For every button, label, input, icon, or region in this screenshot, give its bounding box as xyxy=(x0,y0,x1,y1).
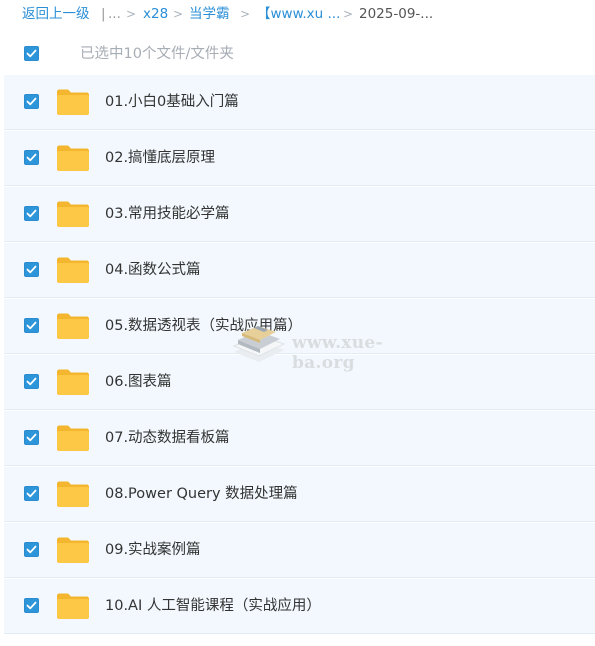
select-all-checkbox[interactable] xyxy=(24,46,39,61)
checkbox-checked-icon xyxy=(26,489,37,498)
row-checkbox[interactable] xyxy=(24,374,39,389)
breadcrumb-separator: > xyxy=(240,7,251,21)
breadcrumb-separator: > xyxy=(173,7,184,21)
row-checkbox[interactable] xyxy=(24,542,39,557)
breadcrumb-item-dangxueba[interactable]: 当学霸 xyxy=(189,5,230,23)
row-checkbox[interactable] xyxy=(24,94,39,109)
file-row[interactable]: 03.常用技能必学篇 xyxy=(4,187,595,242)
folder-icon xyxy=(57,145,89,171)
file-name[interactable]: 01.小白0基础入门篇 xyxy=(105,92,239,112)
breadcrumb-separator: > xyxy=(343,7,354,21)
file-row[interactable]: 05.数据透视表（实战应用篇） xyxy=(4,299,595,354)
file-name[interactable]: 02.搞懂底层原理 xyxy=(105,148,215,168)
row-checkbox[interactable] xyxy=(24,430,39,445)
checkbox-checked-icon xyxy=(26,49,37,58)
file-row[interactable]: 04.函数公式篇 xyxy=(4,243,595,298)
folder-icon xyxy=(57,89,89,115)
row-checkbox[interactable] xyxy=(24,206,39,221)
breadcrumb-item-x28[interactable]: x28 xyxy=(143,5,168,23)
folder-icon xyxy=(57,425,89,451)
row-checkbox[interactable] xyxy=(24,150,39,165)
folder-icon xyxy=(57,369,89,395)
file-row[interactable]: 06.图表篇 xyxy=(4,355,595,410)
selection-header: 已选中10个文件/文件夹 xyxy=(0,34,595,74)
checkbox-checked-icon xyxy=(26,377,37,386)
file-name[interactable]: 06.图表篇 xyxy=(105,372,172,392)
file-row[interactable]: 10.AI 人工智能课程（实战应用） xyxy=(4,579,595,634)
checkbox-checked-icon xyxy=(26,545,37,554)
folder-icon xyxy=(57,537,89,563)
breadcrumb-current: 2025-09-... xyxy=(359,6,434,22)
checkbox-checked-icon xyxy=(26,209,37,218)
checkbox-checked-icon xyxy=(26,433,37,442)
file-name[interactable]: 05.数据透视表（实战应用篇） xyxy=(105,316,302,336)
selection-count-text: 已选中10个文件/文件夹 xyxy=(80,46,234,62)
file-row[interactable]: 02.搞懂底层原理 xyxy=(4,131,595,186)
breadcrumb-separator: > xyxy=(126,7,137,21)
folder-icon xyxy=(57,201,89,227)
folder-icon xyxy=(57,593,89,619)
row-checkbox[interactable] xyxy=(24,262,39,277)
row-checkbox[interactable] xyxy=(24,598,39,613)
file-row[interactable]: 07.动态数据看板篇 xyxy=(4,411,595,466)
file-name[interactable]: 04.函数公式篇 xyxy=(105,260,201,280)
row-checkbox[interactable] xyxy=(24,318,39,333)
breadcrumb-ellipsis[interactable]: ... xyxy=(108,5,121,23)
file-row[interactable]: 01.小白0基础入门篇 xyxy=(4,75,595,130)
file-row[interactable]: 09.实战案例篇 xyxy=(4,523,595,578)
folder-icon xyxy=(57,313,89,339)
checkbox-checked-icon xyxy=(26,97,37,106)
folder-icon xyxy=(57,481,89,507)
checkbox-checked-icon xyxy=(26,321,37,330)
file-name[interactable]: 10.AI 人工智能课程（实战应用） xyxy=(105,596,321,616)
checkbox-checked-icon xyxy=(26,153,37,162)
file-name[interactable]: 09.实战案例篇 xyxy=(105,540,201,560)
back-link[interactable]: 返回上一级 xyxy=(22,5,90,23)
file-name[interactable]: 08.Power Query 数据处理篇 xyxy=(105,484,298,504)
breadcrumb: 返回上一级 | ... > x28 > 当学霸 > 【www.xu ... > … xyxy=(0,0,595,28)
checkbox-checked-icon xyxy=(26,265,37,274)
folder-icon xyxy=(57,257,89,283)
file-row[interactable]: 08.Power Query 数据处理篇 xyxy=(4,467,595,522)
file-name[interactable]: 07.动态数据看板篇 xyxy=(105,428,230,448)
file-name[interactable]: 03.常用技能必学篇 xyxy=(105,204,230,224)
checkbox-checked-icon xyxy=(26,601,37,610)
row-checkbox[interactable] xyxy=(24,486,39,501)
breadcrumb-divider: | xyxy=(101,6,106,22)
breadcrumb-item-www[interactable]: 【www.xu ... xyxy=(257,5,340,23)
